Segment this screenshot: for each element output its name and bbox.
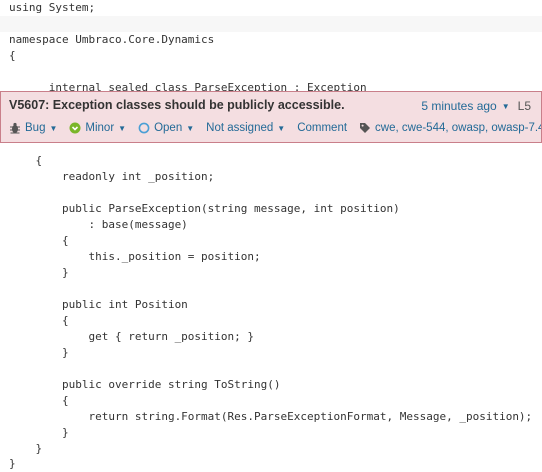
- code-line-11: {: [9, 234, 69, 247]
- bug-icon: [9, 122, 21, 134]
- code-line-12: this._position = position;: [9, 250, 261, 263]
- issue-tags[interactable]: cwe, cwe-544, owasp, owasp-7.4.2, pv...: [359, 122, 541, 134]
- issue-line-ref[interactable]: L5: [518, 99, 531, 113]
- code-line-17: get { return _position; }: [9, 330, 255, 343]
- caret-down-icon: ▼: [186, 123, 195, 133]
- issue-severity-dropdown[interactable]: Minor ▼: [69, 122, 126, 134]
- comment-label: Comment: [297, 122, 348, 134]
- tag-icon: [359, 122, 371, 134]
- minor-severity-icon: [69, 122, 81, 134]
- issue-title[interactable]: V5607: Exception classes should be publi…: [9, 98, 345, 112]
- issue-time[interactable]: 5 minutes ago: [421, 99, 496, 113]
- code-line-7: readonly int _position;: [9, 170, 215, 183]
- code-line-16: {: [9, 314, 69, 327]
- issue-severity-label: Minor: [85, 122, 115, 134]
- caret-down-icon: ▼: [277, 123, 286, 133]
- open-status-icon: [138, 122, 150, 134]
- issue-type-label: Bug: [25, 122, 46, 134]
- code-line-13: }: [9, 266, 69, 279]
- code-line-6: {: [9, 154, 43, 167]
- code-line-15: public int Position: [9, 298, 188, 311]
- issue-status-label: Open: [154, 122, 183, 134]
- caret-down-icon[interactable]: ▼: [502, 102, 510, 111]
- caret-down-icon: ▼: [118, 123, 127, 133]
- code-line-24: }: [9, 442, 43, 455]
- issue-assignee-dropdown[interactable]: Not assigned ▼: [206, 122, 285, 134]
- code-line-1: using System;: [9, 1, 96, 14]
- code-line-3: namespace Umbraco.Core.Dynamics: [9, 33, 215, 46]
- issue-meta-bar: Bug ▼ Minor ▼ Open ▼ Not assigned ▼ Comm…: [9, 120, 541, 136]
- issue-tags-text: cwe, cwe-544, owasp, owasp-7.4.2, pv...: [375, 122, 541, 134]
- code-line-18: }: [9, 346, 69, 359]
- comment-link[interactable]: Comment: [297, 122, 347, 134]
- issue-status-dropdown[interactable]: Open ▼: [138, 122, 194, 134]
- code-line-5: internal sealed class ParseException : E…: [0, 64, 542, 94]
- caret-down-icon: ▼: [49, 123, 58, 133]
- issue-location: 5 minutes ago ▼ L5: [421, 99, 531, 113]
- code-line-22: return string.Format(Res.ParseExceptionF…: [9, 410, 533, 423]
- code-line-9: public ParseException(string message, in…: [9, 202, 400, 215]
- code-line-20: public override string ToString(): [9, 378, 281, 391]
- code-line-2: [0, 16, 542, 32]
- issue-assignee-label: Not assigned: [206, 122, 274, 134]
- issue-panel: V5607: Exception classes should be publi…: [0, 91, 542, 143]
- code-line-23: }: [9, 426, 69, 439]
- code-line-10: : base(message): [9, 218, 188, 231]
- code-line-21: {: [9, 394, 69, 407]
- code-line-4: {: [9, 49, 16, 62]
- issue-type-dropdown[interactable]: Bug ▼: [9, 122, 57, 134]
